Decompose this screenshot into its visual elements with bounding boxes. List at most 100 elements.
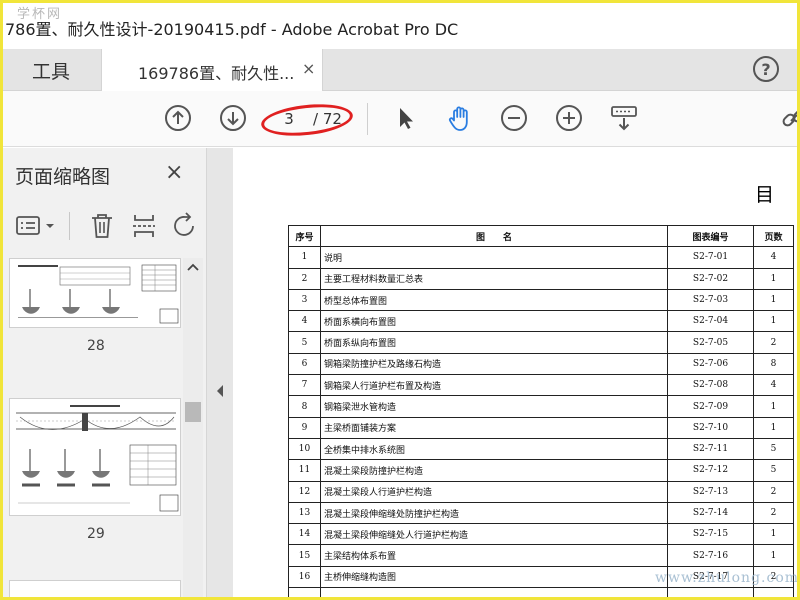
table-cell: S2-7-12 xyxy=(667,459,754,482)
table-cell: 1 xyxy=(753,416,794,439)
table-cell: 14 xyxy=(288,523,321,546)
table-row xyxy=(288,587,794,597)
scrollbar-thumb[interactable] xyxy=(185,402,201,422)
table-cell: 11 xyxy=(288,459,321,482)
table-cell: 混凝土梁段人行道护栏构造 xyxy=(320,480,668,503)
table-cell: 1 xyxy=(753,544,794,567)
window-frame: 学杯网 786置、耐久性设计-20190415.pdf - Adobe Acro… xyxy=(0,0,800,600)
table-cell: 3 xyxy=(288,288,321,312)
previous-page-icon[interactable] xyxy=(163,103,193,133)
table-row: 13 混凝土梁段伸缩缝处防撞护栏构造 S2-7-14 2 xyxy=(288,501,794,525)
table-cell: S2-7-08 xyxy=(667,374,754,397)
page-thumbnail-30[interactable] xyxy=(9,580,181,597)
table-row: 2 主要工程材料数量汇总表 S2-7-02 1 xyxy=(288,267,794,290)
table-cell: 8 xyxy=(288,395,321,418)
next-page-icon[interactable] xyxy=(218,103,248,133)
table-cell: 桥型总体布置图 xyxy=(320,288,668,312)
toolbar-separator xyxy=(367,103,368,135)
thumbnail-drawing xyxy=(18,264,179,324)
tab-tools[interactable]: 工具 xyxy=(3,49,99,91)
thumbnail-label-29: 29 xyxy=(87,526,105,542)
table-cell: S2-7-03 xyxy=(667,288,754,312)
page-thumbnail-28[interactable] xyxy=(9,258,181,328)
table-cell xyxy=(288,587,321,597)
table-cell: S2-7-15 xyxy=(667,523,754,546)
keyboard-scroll-icon[interactable] xyxy=(609,103,639,133)
column-header: 图 名 xyxy=(320,224,668,248)
thumbnail-list: 28 29 xyxy=(3,258,207,597)
delete-page-icon[interactable] xyxy=(89,212,115,240)
table-cell: 1 xyxy=(753,267,794,290)
table-cell: 16 xyxy=(288,565,321,589)
table-cell: 主梁桥面铺装方案 xyxy=(320,416,668,439)
thumbnail-drawing xyxy=(16,405,179,512)
tab-document[interactable]: 169786置、耐久性... × xyxy=(101,49,323,91)
table-cell xyxy=(320,587,668,597)
table-row: 14 混凝土梁段伸缩缝处人行道护栏构造 S2-7-15 1 xyxy=(288,523,794,546)
table-cell: 8 xyxy=(753,352,794,376)
sidebar-title: 页面缩略图 xyxy=(15,166,111,188)
tab-close-icon[interactable]: × xyxy=(302,59,315,78)
table-cell: S2-7-10 xyxy=(667,416,754,439)
table-cell: 5 xyxy=(753,459,794,482)
options-menu-icon[interactable] xyxy=(15,214,59,238)
table-cell: 1 xyxy=(753,310,794,333)
table-cell: 混凝土梁段伸缩缝处防撞护栏构造 xyxy=(320,501,668,525)
table-cell: 混凝土梁段防撞护栏构造 xyxy=(320,459,668,482)
table-row: 6 钢箱梁防撞护栏及路缘石构造 S2-7-06 8 xyxy=(288,352,794,376)
table-cell: 13 xyxy=(288,501,321,525)
table-row: 1 说明 S2-7-01 4 xyxy=(288,246,794,269)
table-cell: 1 xyxy=(288,246,321,269)
page-thumbnail-29[interactable] xyxy=(9,398,181,516)
rotate-page-icon[interactable] xyxy=(171,212,201,240)
scroll-up-icon[interactable] xyxy=(186,262,200,272)
table-cell: 5 xyxy=(753,437,794,461)
table-row: 8 钢箱梁泄水管构造 S2-7-09 1 xyxy=(288,395,794,418)
table-header-row: 序号 图 名 图表编号 页数 xyxy=(288,224,794,248)
table-row: 4 桥面系横向布置图 S2-7-04 1 xyxy=(288,310,794,333)
document-heading: 目 xyxy=(755,184,775,206)
table-row: 10 全桥集中排水系统图 S2-7-11 5 xyxy=(288,437,794,461)
table-cell: 7 xyxy=(288,374,321,397)
table-cell: 2 xyxy=(288,267,321,290)
help-icon[interactable]: ? xyxy=(753,56,779,82)
zoom-out-icon[interactable] xyxy=(499,103,529,133)
extract-page-icon[interactable] xyxy=(131,212,157,240)
window-title: 786置、耐久性设计-20190415.pdf - Adobe Acrobat … xyxy=(5,20,459,39)
table-cell: S2-7-04 xyxy=(667,310,754,333)
table-row: 11 混凝土梁段防撞护栏构造 S2-7-12 5 xyxy=(288,459,794,482)
select-cursor-icon[interactable] xyxy=(391,103,421,133)
table-cell: 钢箱梁泄水管构造 xyxy=(320,395,668,418)
table-cell: 1 xyxy=(753,395,794,418)
thumbnail-label-28: 28 xyxy=(87,338,105,354)
table-cell: 1 xyxy=(753,288,794,312)
tab-bar: 工具 169786置、耐久性... × ? xyxy=(3,49,797,91)
table-cell: 2 xyxy=(753,480,794,503)
link-icon[interactable] xyxy=(779,103,800,133)
table-row: 9 主梁桥面铺装方案 S2-7-10 1 xyxy=(288,416,794,439)
document-view[interactable]: 目 序号 图 名 图表编号 页数 1 说明 S2-7-01 4 2 主要工程材料数量汇总表… xyxy=(233,148,797,597)
table-cell: 桥面系横向布置图 xyxy=(320,310,668,333)
table-cell: S2-7-09 xyxy=(667,395,754,418)
table-cell: S2-7-06 xyxy=(667,352,754,376)
table-cell: 15 xyxy=(288,544,321,567)
sidebar-collapse-handle[interactable] xyxy=(207,148,233,597)
table-cell: S2-7-01 xyxy=(667,246,754,269)
table-cell: 9 xyxy=(288,416,321,439)
table-cell: 1 xyxy=(753,523,794,546)
sidebar-close-icon[interactable]: × xyxy=(165,160,183,185)
table-cell: 混凝土梁段伸缩缝处人行道护栏构造 xyxy=(320,523,668,546)
table-cell: S2-7-11 xyxy=(667,437,754,461)
table-cell: 说明 xyxy=(320,246,668,269)
table-cell xyxy=(667,587,754,597)
table-cell xyxy=(753,587,794,597)
sidebar-scrollbar[interactable] xyxy=(183,258,203,597)
table-cell: 12 xyxy=(288,480,321,503)
sidebar-toolbar xyxy=(3,204,207,248)
table-cell: 4 xyxy=(753,246,794,269)
table-row: 7 钢箱梁人行道护栏布置及构造 S2-7-08 4 xyxy=(288,374,794,397)
hand-tool-icon[interactable] xyxy=(445,103,475,133)
zoom-in-icon[interactable] xyxy=(554,103,584,133)
watermark-bottom: www.zhulong.com xyxy=(655,570,800,586)
table-cell: 钢箱梁防撞护栏及路缘石构造 xyxy=(320,352,668,376)
